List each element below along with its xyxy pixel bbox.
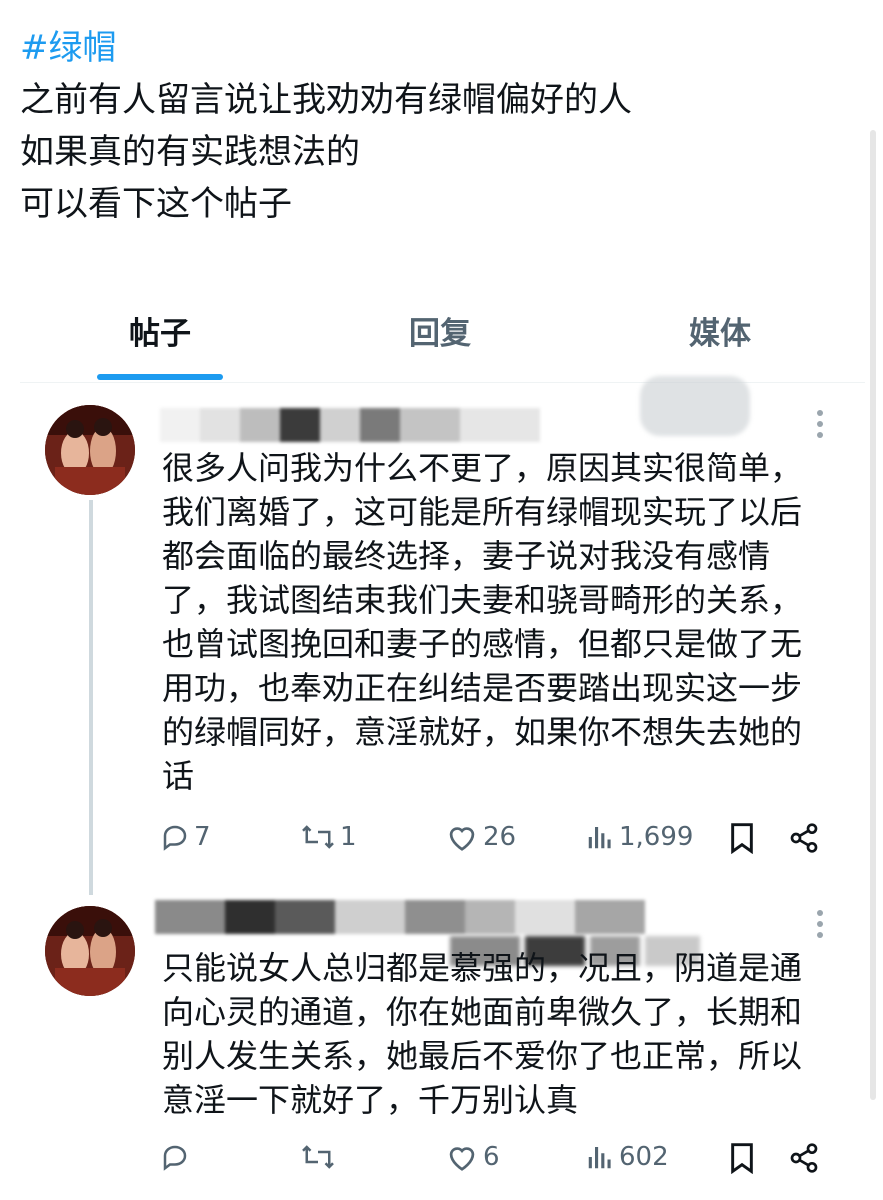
views-icon (588, 827, 611, 849)
views-button[interactable]: 1,699 (585, 822, 693, 852)
active-tab-indicator (97, 374, 223, 380)
like-button[interactable]: 6 (445, 1142, 500, 1172)
reply-button[interactable] (160, 1142, 194, 1172)
post-actions: 6 602 (160, 1142, 830, 1182)
more-options-icon[interactable] (815, 410, 825, 443)
share-icon (790, 1143, 818, 1173)
repost-count: 1 (340, 822, 357, 852)
avatar[interactable] (45, 906, 135, 996)
tab-replies[interactable]: 回复 (360, 296, 520, 382)
bookmark-button[interactable] (728, 1142, 756, 1174)
views-button[interactable]: 602 (585, 1142, 669, 1172)
tab-posts-label: 帖子 (129, 316, 191, 352)
redaction-blur (640, 376, 750, 436)
profile-tabs: 帖子 回复 媒体 (20, 296, 865, 383)
reply-button[interactable]: 7 (160, 822, 211, 852)
share-button[interactable] (788, 822, 820, 854)
more-options-icon[interactable] (815, 910, 825, 943)
intro-line-1: 之前有人留言说让我劝劝有绿帽偏好的人 (20, 80, 632, 120)
repost-button[interactable] (300, 1142, 340, 1172)
bookmark-icon (731, 1143, 753, 1174)
like-count: 26 (483, 822, 517, 852)
share-button[interactable] (788, 1142, 820, 1174)
share-icon (790, 823, 818, 853)
repost-button[interactable]: 1 (300, 822, 357, 852)
post-actions: 7 1 26 1,699 (160, 822, 830, 862)
avatar-image (45, 405, 135, 495)
thread-connector (89, 500, 93, 895)
tab-replies-label: 回复 (409, 316, 471, 352)
like-button[interactable]: 26 (445, 822, 516, 852)
views-icon (588, 1147, 611, 1169)
post-body: 很多人问我为什么不更了，原因其实很简单， 我们离婚了，这可能是所有绿帽现实玩了以… (162, 449, 803, 795)
intro-line-2: 如果真的有实践想法的 (20, 132, 360, 172)
reply-icon (163, 1145, 187, 1171)
repost-icon (302, 1145, 334, 1169)
tab-media-label: 媒体 (689, 316, 751, 352)
avatar[interactable] (45, 405, 135, 495)
bookmark-button[interactable] (728, 822, 756, 854)
redacted-username (155, 900, 645, 934)
hashtag-link[interactable]: #绿帽 (20, 22, 632, 74)
post-intro: #绿帽 之前有人留言说让我劝劝有绿帽偏好的人 如果真的有实践想法的 可以看下这个… (20, 22, 632, 230)
tab-media[interactable]: 媒体 (640, 296, 800, 382)
heart-icon (449, 827, 475, 851)
avatar-image (45, 906, 135, 996)
tab-posts[interactable]: 帖子 (80, 296, 240, 382)
view-count: 1,699 (619, 822, 694, 852)
heart-icon (449, 1147, 475, 1171)
intro-line-3: 可以看下这个帖子 (20, 184, 292, 224)
like-count: 6 (483, 1142, 500, 1172)
redacted-username (160, 408, 580, 442)
view-count: 602 (619, 1142, 669, 1172)
repost-icon (302, 825, 334, 849)
reply-count: 7 (194, 822, 211, 852)
bookmark-icon (731, 823, 753, 854)
reply-icon (163, 825, 187, 851)
post-body: 只能说女人总归都是慕强的，况且，阴道是通 向心灵的通道，你在她面前卑微久了，长期… (162, 949, 803, 1119)
scrollbar[interactable] (870, 130, 876, 1100)
